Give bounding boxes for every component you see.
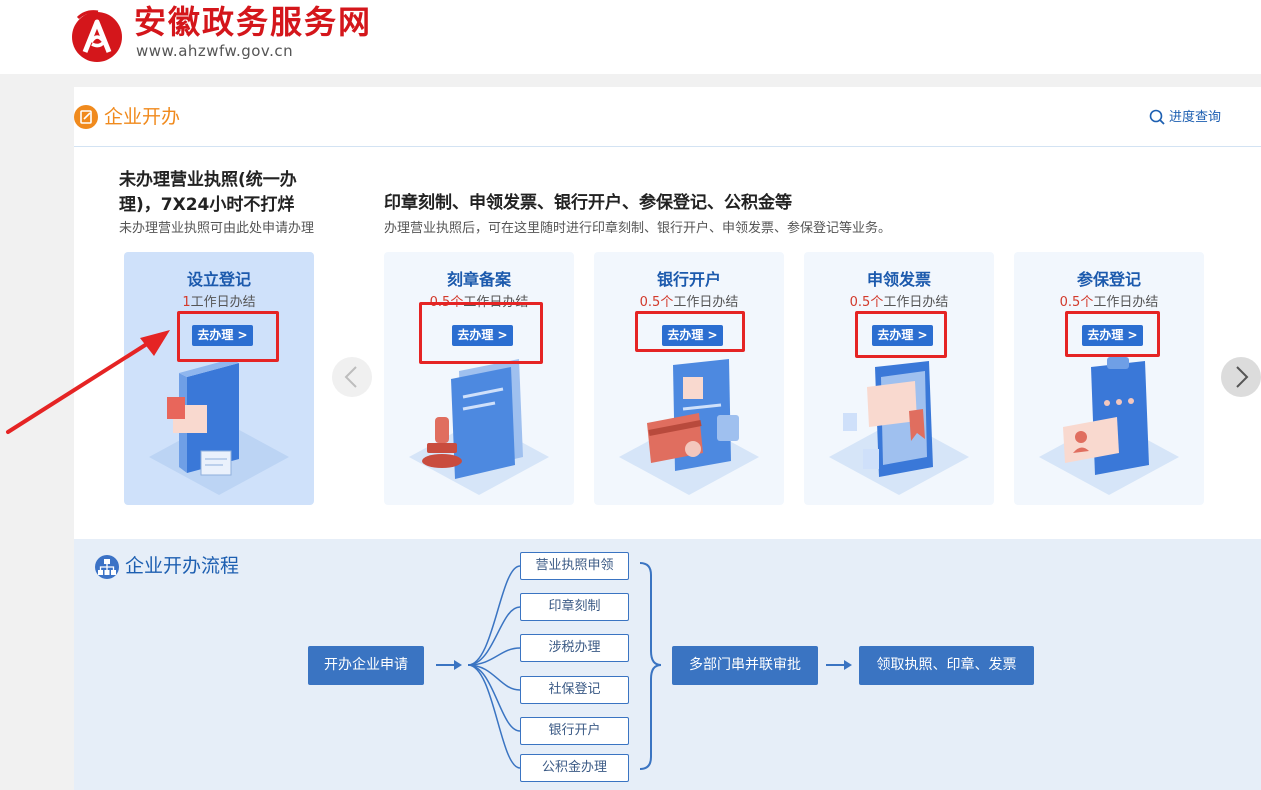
section-header: 企业开办 进度查询 [74,87,1261,147]
clipboard-id-illustration [1039,357,1179,495]
go-handle-button[interactable]: 去办理 > [872,325,933,346]
left-column-title: 未办理营业执照(统一办理)，7X24小时不打烊 [119,170,297,215]
card-time-unit: 工作日办结 [883,295,949,310]
site-header: 安徽政务服务网 www.ahzwfw.gov.cn [0,0,1261,74]
book-document-illustration [149,359,289,495]
progress-query-label: 进度查询 [1169,110,1222,125]
right-column-title: 印章刻制、申领发票、银行开户、参保登记、公积金等 [384,193,792,213]
card-processing-time: 0.5个工作日办结 [1014,294,1204,312]
flow-item-seal-carving: 印章刻制 [520,593,629,621]
card-processing-time: 0.5个工作日办结 [384,294,574,312]
flow-item-tax-handling: 涉税办理 [520,634,629,662]
card-time-number: 1 [182,295,191,310]
card-time-unit: 工作日办结 [190,295,256,310]
flow-connector-lines [436,562,852,770]
stamp-document-illustration [409,359,549,495]
flow-title: 企业开办流程 [125,555,240,577]
go-handle-button[interactable]: 去办理 > [192,325,253,346]
site-name[interactable]: 安徽政务服务网 [134,2,372,42]
flow-item-bank-account: 银行开户 [520,717,629,745]
site-logo-icon[interactable] [68,8,126,62]
sitemap-icon [95,555,119,579]
edit-note-icon [74,105,98,129]
business-setup-panel: 企业开办 进度查询 未办理营业执照(统一办理)，7X24小时不打烊 未办理营业执… [74,87,1261,539]
right-column-description: 办理营业执照后，可在这里随时进行印章刻制、银行开户、申领发票、参保登记等业务。 [384,221,892,236]
business-setup-flow-panel: 企业开办流程 开办企业申请 营业执照申领 印章刻制 涉税办理 社保登记 银行开户… [74,539,1261,790]
section-title: 企业开办 [104,106,181,128]
flow-step-collect: 领取执照、印章、发票 [859,646,1034,685]
card-time-number: 0.5个 [429,295,464,310]
card-title: 刻章备案 [446,270,511,289]
card-time-number: 0.5个 [639,295,674,310]
chevron-left-icon [344,366,357,388]
bank-card-illustration [619,359,759,495]
card-processing-time: 0.5个工作日办结 [804,294,994,312]
progress-query-link[interactable]: 进度查询 [1149,107,1245,129]
card-title: 参保登记 [1076,270,1141,289]
card-title: 申领发票 [866,270,931,289]
flow-step-approval: 多部门串并联审批 [672,646,818,685]
card-seal-filing[interactable]: 刻章备案 0.5个工作日办结 去办理 > [384,252,574,505]
search-icon [1149,109,1165,125]
go-handle-button[interactable]: 去办理 > [662,325,723,346]
card-time-unit: 工作日办结 [463,295,529,310]
card-title: 银行开户 [656,270,721,289]
card-time-number: 0.5个 [849,295,884,310]
left-column-description: 未办理营业执照可由此处申请办理 [119,221,315,236]
card-time-unit: 工作日办结 [673,295,739,310]
card-processing-time: 0.5个工作日办结 [594,294,784,312]
card-processing-time: 1工作日办结 [124,294,314,312]
card-invoice-application[interactable]: 申领发票 0.5个工作日办结 去办理 > [804,252,994,505]
go-handle-button[interactable]: 去办理 > [1082,325,1143,346]
chevron-right-icon [1236,366,1249,388]
go-handle-button[interactable]: 去办理 > [452,325,513,346]
site-url: www.ahzwfw.gov.cn [136,42,294,60]
card-bank-account[interactable]: 银行开户 0.5个工作日办结 去办理 > [594,252,784,505]
card-establishment-registration[interactable]: 设立登记 1工作日办结 去办理 > [124,252,314,505]
card-title: 设立登记 [186,270,251,289]
card-time-number: 0.5个 [1059,295,1094,310]
flow-item-social-security: 社保登记 [520,676,629,704]
flow-item-business-license: 营业执照申领 [520,552,629,580]
invoice-phone-illustration [829,361,969,495]
card-insurance-registration[interactable]: 参保登记 0.5个工作日办结 去办理 > [1014,252,1204,505]
carousel-next-button[interactable] [1221,357,1261,397]
card-time-unit: 工作日办结 [1093,295,1159,310]
carousel-prev-button[interactable] [332,357,372,397]
flow-step-apply: 开办企业申请 [308,646,424,685]
flow-item-housing-fund: 公积金办理 [520,754,629,782]
